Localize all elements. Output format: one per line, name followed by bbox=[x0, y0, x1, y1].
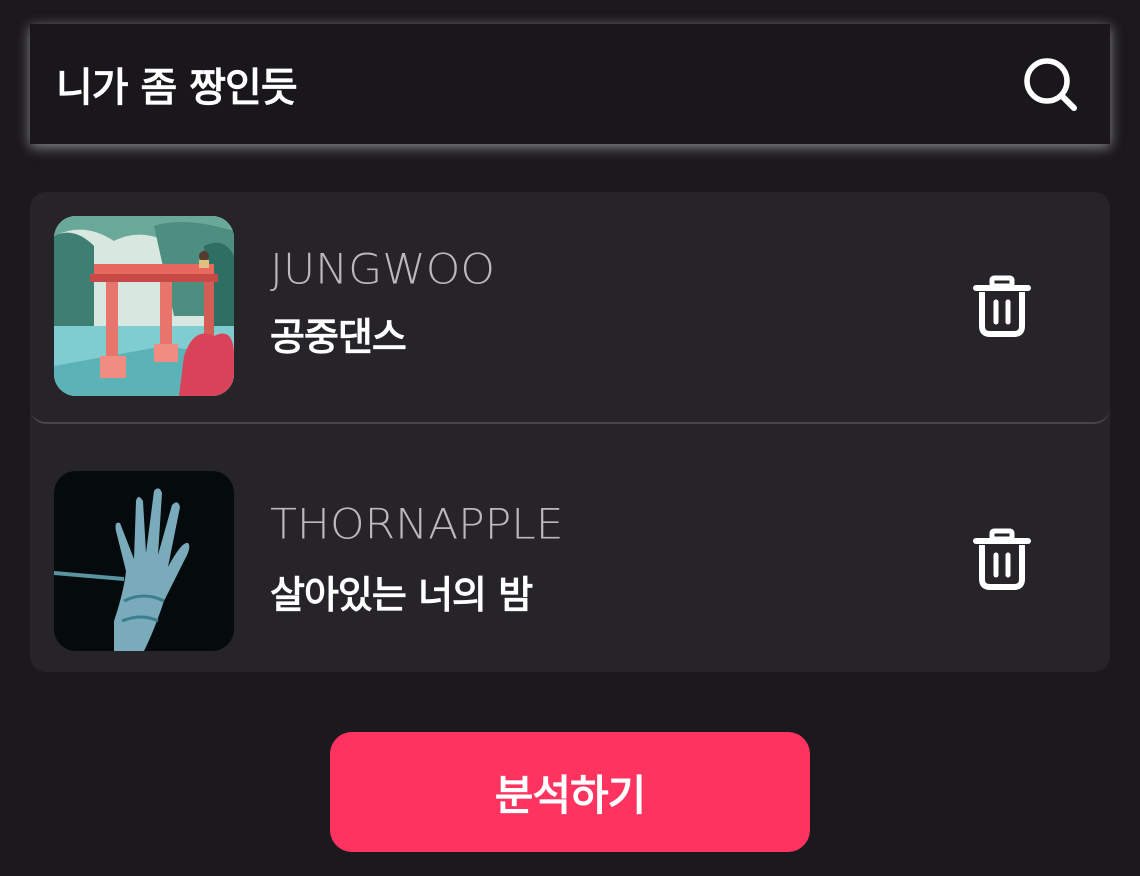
album-cover-blue-hand bbox=[54, 471, 234, 651]
trash-icon[interactable] bbox=[970, 274, 1034, 338]
list-item: JUNGWOO 공중댄스 bbox=[30, 192, 1110, 424]
search-bar bbox=[30, 24, 1110, 144]
album-cover-pavilion-painting bbox=[54, 216, 234, 396]
search-icon[interactable] bbox=[1020, 54, 1080, 114]
song-artist: JUNGWOO bbox=[270, 245, 495, 294]
song-title: 공중댄스 bbox=[270, 315, 407, 359]
trash-icon[interactable] bbox=[970, 527, 1034, 591]
search-input[interactable] bbox=[56, 61, 956, 107]
song-artist: THORNAPPLE bbox=[270, 500, 564, 549]
song-list: JUNGWOO 공중댄스 THORNAPPLE 살아있는 너의 밤 bbox=[30, 192, 1110, 672]
song-title: 살아있는 너의 밤 bbox=[270, 573, 533, 617]
analyze-button[interactable]: 분석하기 bbox=[330, 732, 810, 852]
list-item: THORNAPPLE 살아있는 너의 밤 bbox=[30, 439, 1110, 671]
